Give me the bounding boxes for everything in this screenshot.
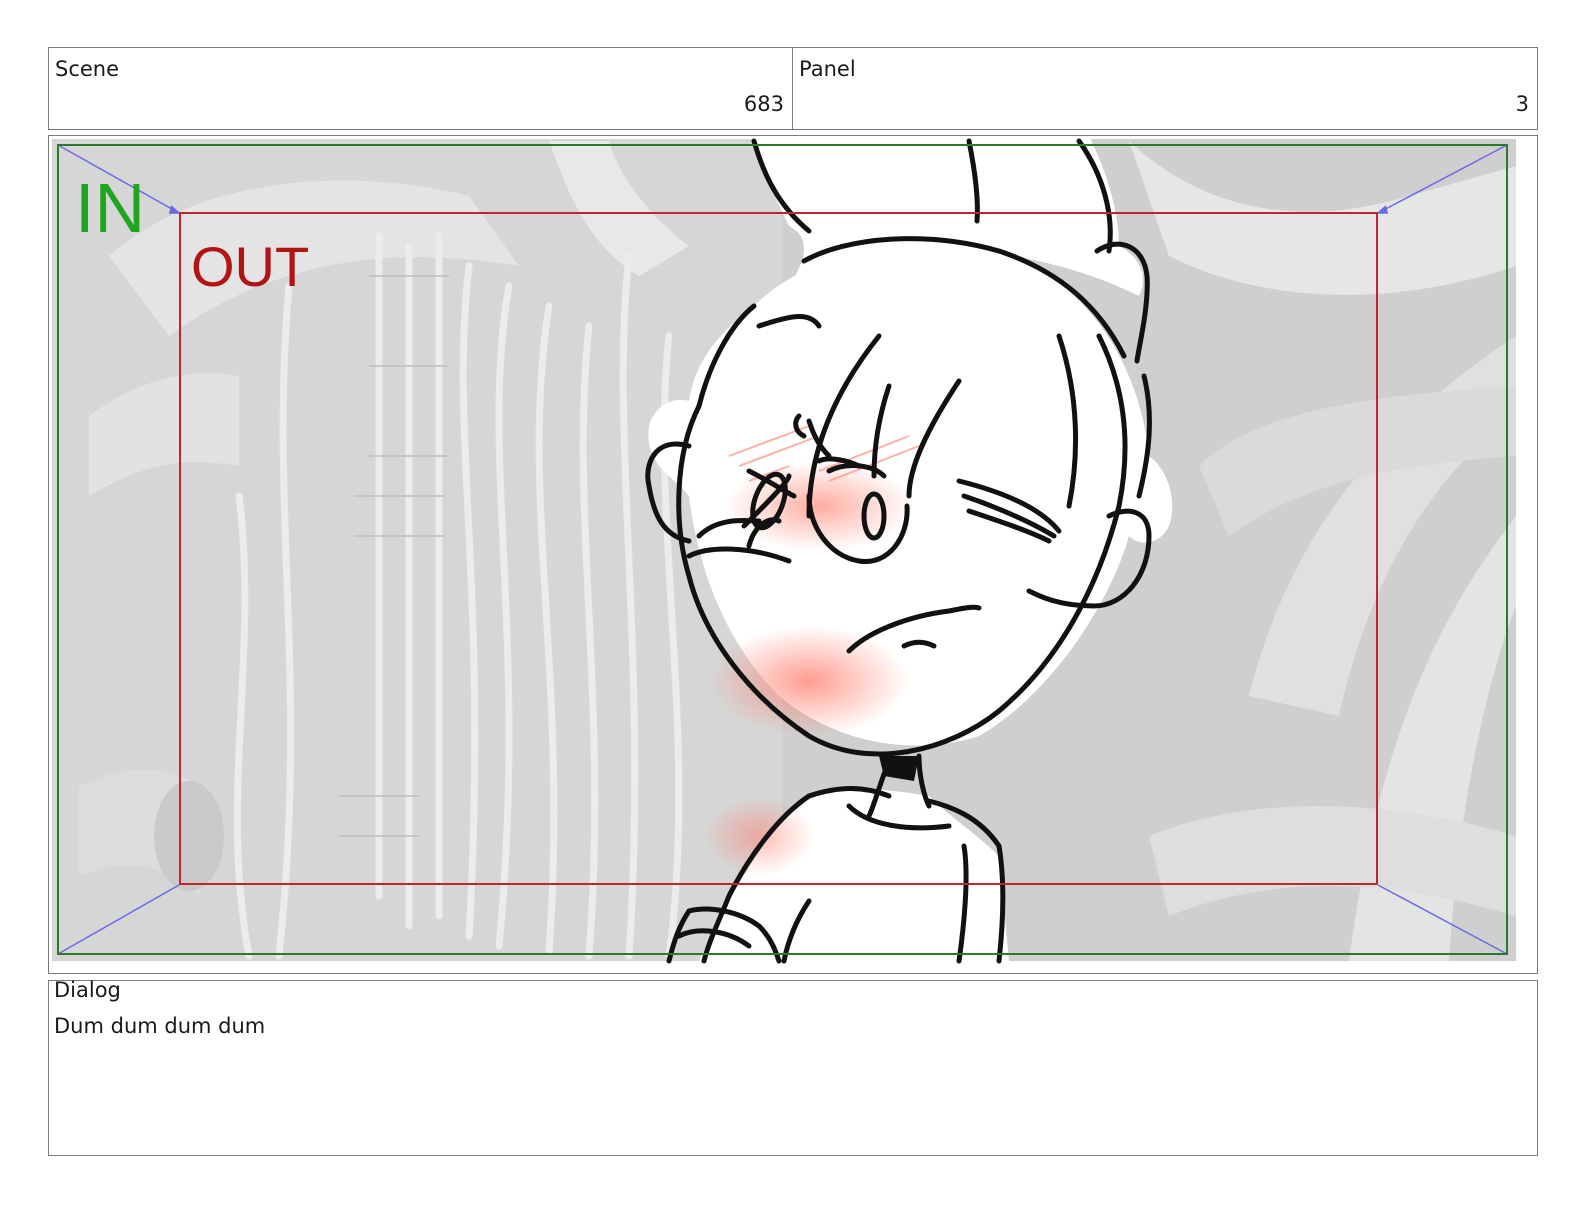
scene-number: 683: [743, 92, 784, 116]
scene-label: Scene: [55, 57, 120, 81]
out-label: OUT: [191, 235, 309, 298]
dialog-field: Dialog Dum dum dum dum: [48, 978, 1538, 1156]
storyboard-frame: IN OUT: [48, 135, 1538, 974]
in-label: IN: [75, 169, 145, 247]
dialog-label: Dialog: [54, 978, 121, 1002]
storyboard-drawing: IN OUT: [52, 136, 1516, 964]
panel-field: Panel 3: [792, 47, 1538, 130]
panel-label: Panel: [799, 57, 856, 81]
dialog-text: Dum dum dum dum: [54, 1014, 266, 1038]
panel-number: 3: [1515, 92, 1529, 116]
scene-field: Scene 683: [48, 47, 793, 130]
